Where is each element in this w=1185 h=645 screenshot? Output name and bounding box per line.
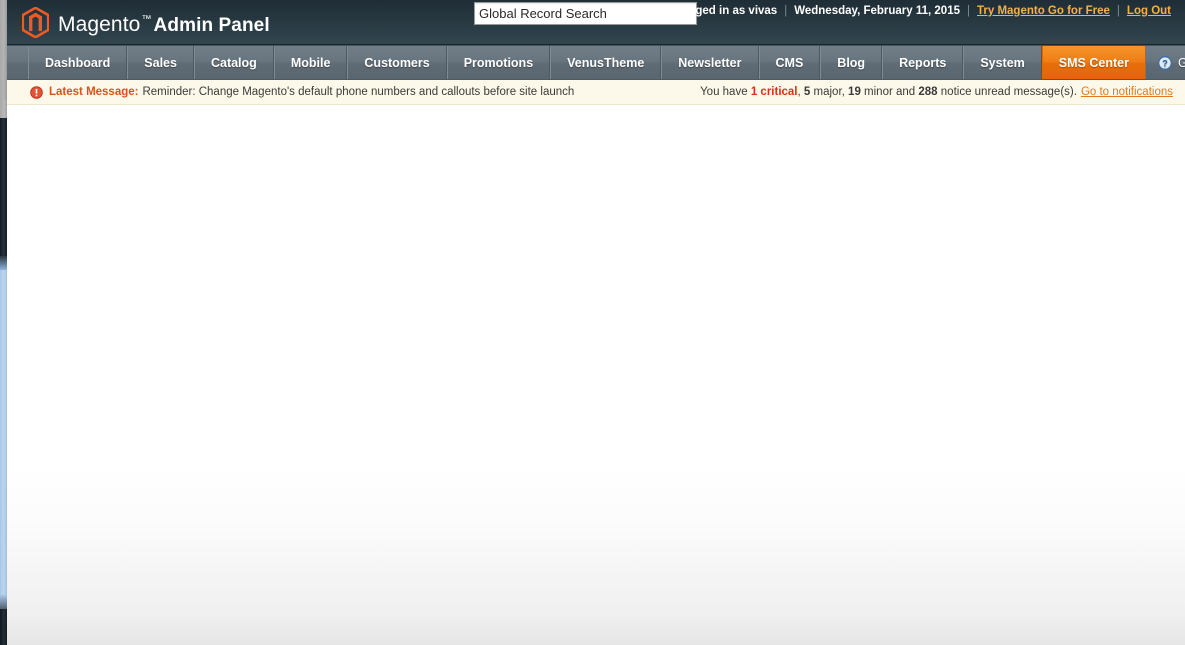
admin-header: Magento™Admin Panel Logged in as vivas |… xyxy=(0,0,1185,45)
minor-word: minor and xyxy=(864,86,916,98)
notice-word: notice unread message(s). xyxy=(940,86,1077,98)
brand-name: Magento xyxy=(58,12,141,36)
magento-hexagon-logo-icon xyxy=(21,5,50,39)
search-input[interactable] xyxy=(474,2,697,25)
scrollbar-thumb-fade xyxy=(0,256,7,270)
scrollbar-bottom-cap xyxy=(0,609,7,645)
critical-count: 1 xyxy=(750,86,758,98)
latest-message-label: Latest Message: xyxy=(49,86,139,98)
nav-item-sales[interactable]: Sales xyxy=(127,46,194,79)
go-to-notifications-link[interactable]: Go to notifications xyxy=(1081,86,1173,98)
current-date: Wednesday, February 11, 2015 xyxy=(794,5,960,17)
notice-count: 288 xyxy=(918,86,938,98)
counts-comma: , xyxy=(797,86,801,98)
scrollbar-upper-track[interactable] xyxy=(0,100,7,118)
latest-message-group: Latest Message: Reminder: Change Magento… xyxy=(30,85,575,99)
nav-item-dashboard[interactable]: Dashboard xyxy=(28,46,128,79)
header-separator-1: | xyxy=(784,5,788,17)
question-mark-circle-icon: ? xyxy=(1158,55,1172,70)
scrollbar-thumb[interactable] xyxy=(0,118,7,256)
exclamation-circle-icon xyxy=(30,85,43,99)
nav-item-newsletter[interactable]: Newsletter xyxy=(661,46,759,79)
latest-message-bar: Latest Message: Reminder: Change Magento… xyxy=(0,80,1185,105)
nav-item-mobile[interactable]: Mobile xyxy=(273,46,348,79)
major-count: 5 xyxy=(803,86,811,98)
main-navigation: Dashboard Sales Catalog Mobile Customers… xyxy=(0,45,1185,80)
page-content-area xyxy=(0,105,1185,645)
try-magento-go-link[interactable]: Try Magento Go for Free xyxy=(977,5,1110,17)
nav-item-promotions[interactable]: Promotions xyxy=(446,46,551,79)
nav-item-system[interactable]: System xyxy=(963,46,1042,79)
nav-item-cms[interactable]: CMS xyxy=(758,46,821,79)
logo-area[interactable]: Magento™ Admin Panel xyxy=(21,4,270,41)
header-account-bar: Logged in as vivas | Wednesday, February… xyxy=(674,0,1171,49)
admin-panel-subtitle: Admin Panel xyxy=(153,14,270,36)
nav-item-blog[interactable]: Blog xyxy=(820,46,883,79)
nav-item-customers[interactable]: Customers xyxy=(347,46,447,79)
nav-item-reports[interactable]: Reports xyxy=(882,46,964,79)
get-help-link[interactable]: ? Get help for this page xyxy=(1146,46,1185,79)
magento-admin-page: Magento™Admin Panel Logged in as vivas |… xyxy=(0,0,1185,645)
logo-text: Magento™ Admin Panel xyxy=(58,4,270,41)
get-help-label: Get help for this page xyxy=(1177,55,1185,70)
major-word: major, xyxy=(813,86,845,98)
nav-item-venustheme[interactable]: VenusTheme xyxy=(550,46,662,79)
counts-prefix: You have xyxy=(700,86,748,98)
critical-word: critical xyxy=(760,86,798,98)
log-out-link[interactable]: Log Out xyxy=(1127,5,1171,17)
trademark-mark: ™ xyxy=(141,13,152,25)
latest-message-text: Reminder: Change Magento's default phone… xyxy=(142,86,575,98)
nav-item-sms-center[interactable]: SMS Center xyxy=(1041,46,1146,79)
header-separator-3: | xyxy=(1116,5,1120,17)
global-search-wrapper xyxy=(474,2,697,25)
vertical-scrollbar[interactable] xyxy=(0,0,7,645)
svg-text:?: ? xyxy=(1162,58,1168,68)
scrollbar-track[interactable] xyxy=(0,270,7,595)
nav-item-catalog[interactable]: Catalog xyxy=(193,46,274,79)
logged-in-label: Logged in as vivas xyxy=(674,5,778,17)
scrollbar-bottom-fade xyxy=(0,595,7,609)
scrollbar-top-cap xyxy=(0,0,7,100)
header-separator-2: | xyxy=(967,5,970,17)
unread-message-counts: You have 1 critical, 5 major, 19 minor a… xyxy=(700,80,1173,104)
minor-count: 19 xyxy=(848,86,861,98)
